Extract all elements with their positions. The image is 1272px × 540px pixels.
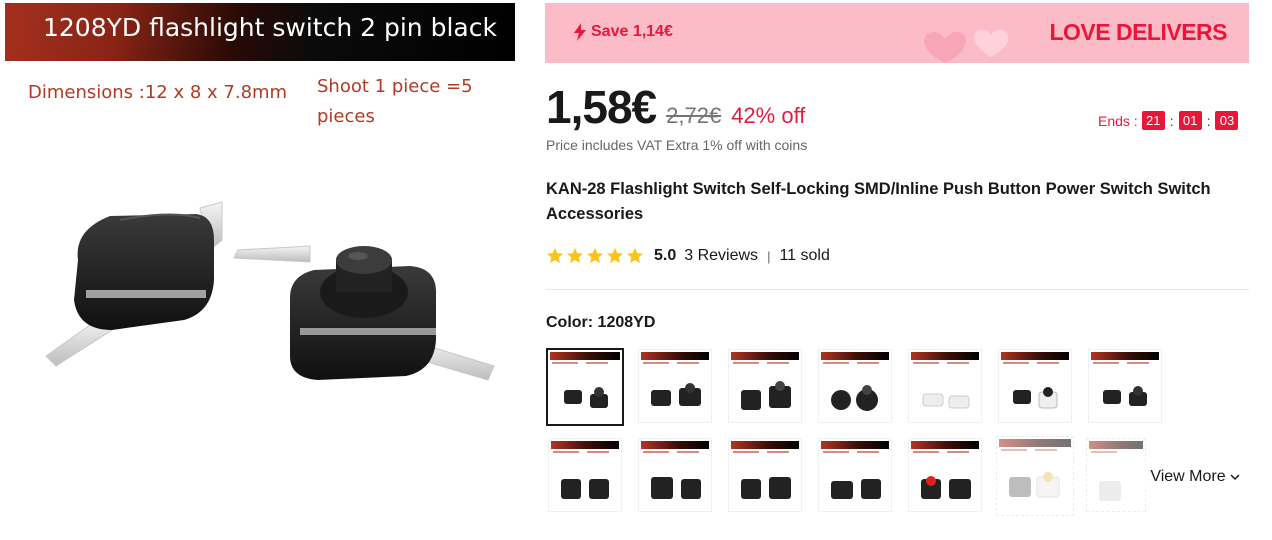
thumb-banner — [731, 441, 799, 449]
thumb-caption — [1091, 451, 1145, 461]
thumb-caption — [913, 362, 977, 372]
color-option-thumb[interactable] — [728, 438, 802, 512]
color-selected-label: Color: 1208YD — [546, 314, 656, 331]
countdown-hours: 21 — [1141, 111, 1165, 130]
thumb-switch-image — [831, 479, 881, 499]
star-rating — [546, 247, 644, 265]
thumb-switch-image — [1103, 386, 1147, 406]
thumb-caption — [823, 362, 887, 372]
current-price: 1,58€ — [546, 81, 657, 133]
star-icon — [606, 247, 624, 264]
promo-banner[interactable]: Save 1,14€ LOVE DELIVERS — [545, 3, 1249, 63]
thumb-switch-image — [741, 477, 791, 499]
countdown-label: Ends : — [1098, 112, 1138, 129]
thumb-caption — [1093, 362, 1157, 372]
thumb-caption — [1001, 449, 1065, 459]
discount-percent: 42% off — [731, 103, 806, 128]
chevron-down-icon — [1230, 474, 1240, 481]
color-option-thumb[interactable] — [908, 438, 982, 512]
sold-count: 11 sold — [779, 247, 830, 264]
star-icon — [586, 247, 604, 264]
thumb-switch-image — [921, 476, 971, 499]
thumb-caption — [823, 451, 887, 461]
thumb-caption — [552, 362, 616, 372]
view-more-button[interactable]: View More — [1140, 464, 1250, 490]
thumb-switch-image — [922, 393, 970, 409]
color-option-thumb[interactable] — [1088, 349, 1162, 423]
original-price: 2,72€ — [666, 103, 722, 128]
thumb-switch-image — [561, 479, 609, 499]
vat-note: Price includes VAT Extra 1% off with coi… — [546, 137, 808, 153]
thumb-banner — [1089, 441, 1143, 449]
thumb-caption — [643, 451, 707, 461]
thumb-banner — [821, 441, 889, 449]
image-dimensions-text: Dimensions :12 x 8 x 7.8mm — [28, 82, 288, 103]
rating-value: 5.0 — [654, 247, 677, 264]
image-banner: 1208YD flashlight switch 2 pin black — [5, 3, 515, 61]
color-option-thumb[interactable] — [996, 436, 1074, 516]
thumb-switch-image — [741, 381, 791, 410]
view-more-label: View More — [1150, 468, 1226, 485]
color-option-thumb[interactable] — [1086, 438, 1146, 512]
color-option-thumb[interactable] — [638, 438, 712, 512]
thumb-caption — [553, 451, 617, 461]
star-icon — [546, 247, 564, 264]
price-row: 1,58€ 2,72€ 42% off — [546, 80, 805, 136]
main-product-image[interactable]: 1208YD flashlight switch 2 pin black Dim… — [0, 0, 522, 540]
rating-divider: | — [767, 248, 771, 264]
thumb-banner — [911, 441, 979, 449]
star-icon — [566, 247, 584, 264]
thumb-banner — [641, 441, 709, 449]
color-option-thumb[interactable] — [818, 349, 892, 423]
countdown-separator: : — [1169, 112, 1174, 129]
thumb-switch-image — [1099, 481, 1121, 501]
thumb-switch-image — [651, 383, 701, 406]
color-option-thumb[interactable] — [548, 438, 622, 512]
product-title: KAN-28 Flashlight Switch Self-Locking SM… — [546, 180, 1211, 223]
thumb-banner — [1091, 352, 1159, 360]
thumb-banner — [550, 352, 620, 360]
rating-row: 5.0 3 Reviews | 11 sold — [546, 245, 830, 267]
countdown-minutes: 01 — [1178, 111, 1202, 130]
color-option-thumb[interactable] — [546, 348, 624, 426]
color-option-thumb[interactable] — [908, 349, 982, 423]
thumb-switch-image — [651, 477, 701, 499]
thumb-banner — [1001, 352, 1069, 360]
thumb-caption — [733, 451, 797, 461]
thumb-switch-image — [1013, 387, 1058, 409]
star-icon — [626, 247, 644, 264]
color-option-thumb[interactable] — [998, 349, 1072, 423]
thumb-banner — [551, 441, 619, 449]
hearts-decoration — [924, 29, 1009, 63]
thumb-switch-image — [1009, 472, 1060, 498]
image-shoot-text: Shoot 1 piece =5 pieces — [317, 76, 473, 127]
image-banner-text: 1208YD flashlight switch 2 pin black — [43, 13, 497, 42]
section-divider — [546, 289, 1249, 290]
color-option-thumb[interactable] — [818, 438, 892, 512]
thumb-caption — [643, 362, 707, 372]
reviews-link[interactable]: 3 Reviews — [684, 247, 758, 265]
thumb-banner — [821, 352, 889, 360]
love-delivers-logo: LOVE DELIVERS — [1049, 19, 1227, 45]
save-amount: Save 1,14€ — [573, 23, 673, 41]
color-option-thumb[interactable] — [638, 349, 712, 423]
thumb-caption — [1003, 362, 1067, 372]
thumb-banner — [731, 352, 799, 360]
thumb-switch-image — [831, 385, 878, 411]
bolt-icon — [574, 23, 586, 41]
countdown-seconds: 03 — [1215, 111, 1239, 130]
sale-countdown: Ends : 21 : 01 : 03 — [1098, 111, 1239, 130]
thumb-banner — [999, 439, 1071, 447]
thumb-switch-image — [564, 387, 608, 408]
countdown-separator: : — [1206, 112, 1211, 129]
save-text: Save 1,14€ — [591, 23, 673, 40]
thumb-caption — [913, 451, 977, 461]
thumb-caption — [733, 362, 797, 372]
thumb-banner — [911, 352, 979, 360]
color-option-thumb[interactable] — [728, 349, 802, 423]
switch-illustration — [45, 201, 495, 381]
thumb-banner — [641, 352, 709, 360]
